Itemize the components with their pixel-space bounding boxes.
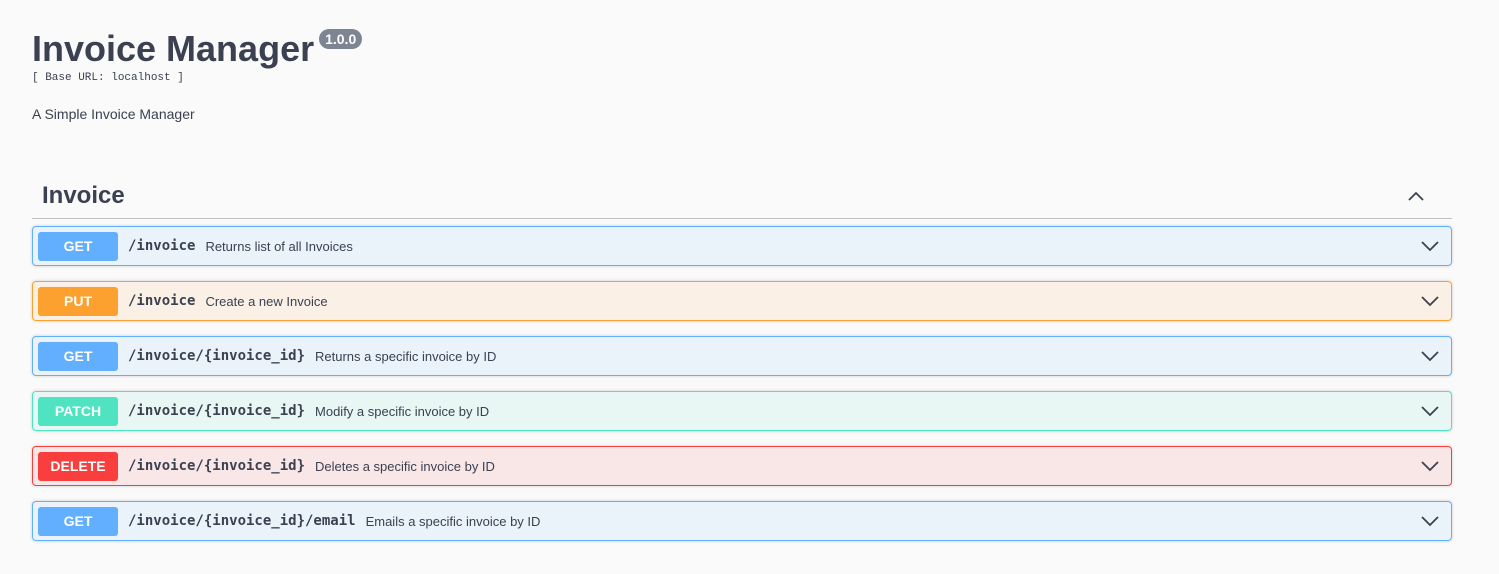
operation-summary: Returns a specific invoice by ID (315, 348, 497, 364)
operation-summary: Deletes a specific invoice by ID (315, 458, 495, 474)
method-badge: GET (38, 506, 118, 536)
operation-path: /invoice/{invoice_id}/email (128, 513, 356, 529)
operation-path: /invoice/{invoice_id} (128, 348, 306, 364)
chevron-down-icon (1421, 351, 1439, 362)
operation-get-invoice[interactable]: GET /invoice Returns list of all Invoice… (32, 226, 1452, 266)
title-row: Invoice Manager 1.0.0 (32, 28, 363, 70)
operation-get-invoice-by-id[interactable]: GET /invoice/{invoice_id} Returns a spec… (32, 336, 1452, 376)
collapse-button[interactable] (1396, 176, 1436, 216)
api-description: A Simple Invoice Manager (32, 106, 195, 122)
expand-button[interactable] (1415, 341, 1445, 371)
method-badge: DELETE (38, 451, 118, 481)
chevron-down-icon (1421, 406, 1439, 417)
operation-path: /invoice (128, 238, 196, 254)
method-badge: PATCH (38, 396, 118, 426)
operation-summary: Emails a specific invoice by ID (365, 513, 541, 529)
operation-path: /invoice/{invoice_id} (128, 403, 306, 419)
tag-header[interactable]: Invoice (32, 174, 1452, 219)
chevron-up-icon (1408, 191, 1424, 201)
operation-put-invoice[interactable]: PUT /invoice Create a new Invoice (32, 281, 1452, 321)
api-info: Invoice Manager 1.0.0 [ Base URL: localh… (32, 28, 363, 122)
operation-path: /invoice (128, 293, 196, 309)
expand-button[interactable] (1415, 286, 1445, 316)
chevron-down-icon (1421, 296, 1439, 307)
operation-path: /invoice/{invoice_id} (128, 458, 306, 474)
expand-button[interactable] (1415, 396, 1445, 426)
base-url: [ Base URL: localhost ] (32, 72, 184, 84)
expand-button[interactable] (1415, 231, 1445, 261)
operation-summary: Modify a specific invoice by ID (315, 403, 490, 419)
method-badge: GET (38, 341, 118, 371)
tag-title: Invoice (42, 182, 125, 209)
operation-patch-invoice-by-id[interactable]: PATCH /invoice/{invoice_id} Modify a spe… (32, 391, 1452, 431)
operation-delete-invoice-by-id[interactable]: DELETE /invoice/{invoice_id} Deletes a s… (32, 446, 1452, 486)
chevron-down-icon (1421, 461, 1439, 472)
page-title: Invoice Manager (32, 28, 315, 69)
chevron-down-icon (1421, 241, 1439, 252)
version-badge: 1.0.0 (319, 29, 363, 49)
tag-section-invoice: Invoice GET /invoice Returns list of all… (32, 174, 1452, 541)
operation-get-invoice-email[interactable]: GET /invoice/{invoice_id}/email Emails a… (32, 501, 1452, 541)
operation-summary: Returns list of all Invoices (205, 238, 353, 254)
operation-summary: Create a new Invoice (205, 293, 328, 309)
expand-button[interactable] (1415, 451, 1445, 481)
expand-button[interactable] (1415, 506, 1445, 536)
method-badge: GET (38, 231, 118, 261)
method-badge: PUT (38, 286, 118, 316)
chevron-down-icon (1421, 516, 1439, 527)
